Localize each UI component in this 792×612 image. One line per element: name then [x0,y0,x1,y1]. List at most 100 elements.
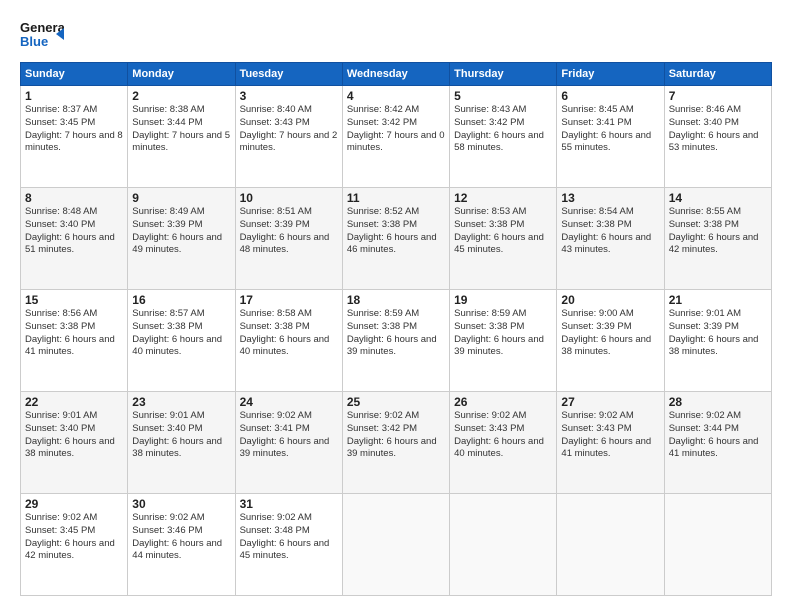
day-info: Sunrise: 8:52 AMSunset: 3:38 PMDaylight:… [347,206,437,255]
calendar-cell: 4 Sunrise: 8:42 AMSunset: 3:42 PMDayligh… [342,86,449,188]
day-info: Sunrise: 8:59 AMSunset: 3:38 PMDaylight:… [347,308,437,357]
day-info: Sunrise: 8:40 AMSunset: 3:43 PMDaylight:… [240,104,338,153]
calendar-cell: 26 Sunrise: 9:02 AMSunset: 3:43 PMDaylig… [450,392,557,494]
day-number: 27 [561,395,659,409]
calendar-cell: 12 Sunrise: 8:53 AMSunset: 3:38 PMDaylig… [450,188,557,290]
day-number: 7 [669,89,767,103]
day-of-week-header: Saturday [664,63,771,86]
calendar-week-row: 22 Sunrise: 9:01 AMSunset: 3:40 PMDaylig… [21,392,772,494]
day-number: 6 [561,89,659,103]
day-number: 16 [132,293,230,307]
day-info: Sunrise: 8:56 AMSunset: 3:38 PMDaylight:… [25,308,115,357]
day-number: 24 [240,395,338,409]
day-info: Sunrise: 8:58 AMSunset: 3:38 PMDaylight:… [240,308,330,357]
day-number: 31 [240,497,338,511]
calendar-week-row: 15 Sunrise: 8:56 AMSunset: 3:38 PMDaylig… [21,290,772,392]
svg-text:General: General [20,20,64,35]
day-of-week-header: Thursday [450,63,557,86]
calendar-cell: 3 Sunrise: 8:40 AMSunset: 3:43 PMDayligh… [235,86,342,188]
calendar-cell: 13 Sunrise: 8:54 AMSunset: 3:38 PMDaylig… [557,188,664,290]
calendar-cell: 10 Sunrise: 8:51 AMSunset: 3:39 PMDaylig… [235,188,342,290]
day-info: Sunrise: 8:55 AMSunset: 3:38 PMDaylight:… [669,206,759,255]
day-number: 11 [347,191,445,205]
day-info: Sunrise: 9:02 AMSunset: 3:45 PMDaylight:… [25,512,115,561]
day-info: Sunrise: 8:53 AMSunset: 3:38 PMDaylight:… [454,206,544,255]
day-number: 28 [669,395,767,409]
day-info: Sunrise: 9:02 AMSunset: 3:44 PMDaylight:… [669,410,759,459]
calendar-week-row: 1 Sunrise: 8:37 AMSunset: 3:45 PMDayligh… [21,86,772,188]
calendar-cell [664,494,771,596]
page: General Blue SundayMondayTuesdayWednesda… [0,0,792,612]
calendar-cell: 21 Sunrise: 9:01 AMSunset: 3:39 PMDaylig… [664,290,771,392]
day-info: Sunrise: 8:57 AMSunset: 3:38 PMDaylight:… [132,308,222,357]
day-info: Sunrise: 8:38 AMSunset: 3:44 PMDaylight:… [132,104,230,153]
calendar-cell: 14 Sunrise: 8:55 AMSunset: 3:38 PMDaylig… [664,188,771,290]
calendar-cell: 19 Sunrise: 8:59 AMSunset: 3:38 PMDaylig… [450,290,557,392]
day-info: Sunrise: 8:49 AMSunset: 3:39 PMDaylight:… [132,206,222,255]
calendar-cell: 2 Sunrise: 8:38 AMSunset: 3:44 PMDayligh… [128,86,235,188]
calendar-cell: 29 Sunrise: 9:02 AMSunset: 3:45 PMDaylig… [21,494,128,596]
calendar-cell: 22 Sunrise: 9:01 AMSunset: 3:40 PMDaylig… [21,392,128,494]
day-number: 18 [347,293,445,307]
calendar-cell: 31 Sunrise: 9:02 AMSunset: 3:48 PMDaylig… [235,494,342,596]
calendar-week-row: 29 Sunrise: 9:02 AMSunset: 3:45 PMDaylig… [21,494,772,596]
day-number: 29 [25,497,123,511]
day-of-week-header: Friday [557,63,664,86]
day-info: Sunrise: 9:00 AMSunset: 3:39 PMDaylight:… [561,308,651,357]
calendar-cell: 16 Sunrise: 8:57 AMSunset: 3:38 PMDaylig… [128,290,235,392]
day-number: 1 [25,89,123,103]
day-info: Sunrise: 8:45 AMSunset: 3:41 PMDaylight:… [561,104,651,153]
calendar-cell [450,494,557,596]
day-info: Sunrise: 9:02 AMSunset: 3:41 PMDaylight:… [240,410,330,459]
day-info: Sunrise: 8:37 AMSunset: 3:45 PMDaylight:… [25,104,123,153]
day-of-week-header: Sunday [21,63,128,86]
calendar-cell: 11 Sunrise: 8:52 AMSunset: 3:38 PMDaylig… [342,188,449,290]
calendar-cell: 6 Sunrise: 8:45 AMSunset: 3:41 PMDayligh… [557,86,664,188]
day-info: Sunrise: 9:02 AMSunset: 3:42 PMDaylight:… [347,410,437,459]
day-number: 21 [669,293,767,307]
day-info: Sunrise: 9:01 AMSunset: 3:40 PMDaylight:… [25,410,115,459]
calendar-cell: 24 Sunrise: 9:02 AMSunset: 3:41 PMDaylig… [235,392,342,494]
day-number: 25 [347,395,445,409]
day-number: 8 [25,191,123,205]
day-number: 15 [25,293,123,307]
day-of-week-header: Monday [128,63,235,86]
day-number: 22 [25,395,123,409]
calendar-cell: 5 Sunrise: 8:43 AMSunset: 3:42 PMDayligh… [450,86,557,188]
day-info: Sunrise: 9:02 AMSunset: 3:43 PMDaylight:… [454,410,544,459]
day-info: Sunrise: 8:48 AMSunset: 3:40 PMDaylight:… [25,206,115,255]
day-number: 10 [240,191,338,205]
calendar-cell: 28 Sunrise: 9:02 AMSunset: 3:44 PMDaylig… [664,392,771,494]
calendar-cell: 8 Sunrise: 8:48 AMSunset: 3:40 PMDayligh… [21,188,128,290]
day-number: 3 [240,89,338,103]
calendar-cell: 7 Sunrise: 8:46 AMSunset: 3:40 PMDayligh… [664,86,771,188]
calendar: SundayMondayTuesdayWednesdayThursdayFrid… [20,62,772,596]
day-info: Sunrise: 8:51 AMSunset: 3:39 PMDaylight:… [240,206,330,255]
logo-icon: General Blue [20,16,64,52]
day-info: Sunrise: 8:46 AMSunset: 3:40 PMDaylight:… [669,104,759,153]
day-number: 13 [561,191,659,205]
day-number: 4 [347,89,445,103]
day-info: Sunrise: 9:02 AMSunset: 3:46 PMDaylight:… [132,512,222,561]
calendar-header-row: SundayMondayTuesdayWednesdayThursdayFrid… [21,63,772,86]
day-number: 19 [454,293,552,307]
day-info: Sunrise: 8:54 AMSunset: 3:38 PMDaylight:… [561,206,651,255]
day-number: 14 [669,191,767,205]
calendar-cell: 27 Sunrise: 9:02 AMSunset: 3:43 PMDaylig… [557,392,664,494]
calendar-cell: 25 Sunrise: 9:02 AMSunset: 3:42 PMDaylig… [342,392,449,494]
day-number: 30 [132,497,230,511]
calendar-cell: 1 Sunrise: 8:37 AMSunset: 3:45 PMDayligh… [21,86,128,188]
svg-text:Blue: Blue [20,34,48,49]
day-number: 2 [132,89,230,103]
calendar-cell: 15 Sunrise: 8:56 AMSunset: 3:38 PMDaylig… [21,290,128,392]
day-info: Sunrise: 9:02 AMSunset: 3:43 PMDaylight:… [561,410,651,459]
day-number: 17 [240,293,338,307]
day-info: Sunrise: 9:02 AMSunset: 3:48 PMDaylight:… [240,512,330,561]
day-info: Sunrise: 8:42 AMSunset: 3:42 PMDaylight:… [347,104,445,153]
header: General Blue [20,16,772,52]
calendar-cell: 9 Sunrise: 8:49 AMSunset: 3:39 PMDayligh… [128,188,235,290]
calendar-cell: 30 Sunrise: 9:02 AMSunset: 3:46 PMDaylig… [128,494,235,596]
day-info: Sunrise: 9:01 AMSunset: 3:40 PMDaylight:… [132,410,222,459]
day-number: 20 [561,293,659,307]
day-info: Sunrise: 9:01 AMSunset: 3:39 PMDaylight:… [669,308,759,357]
